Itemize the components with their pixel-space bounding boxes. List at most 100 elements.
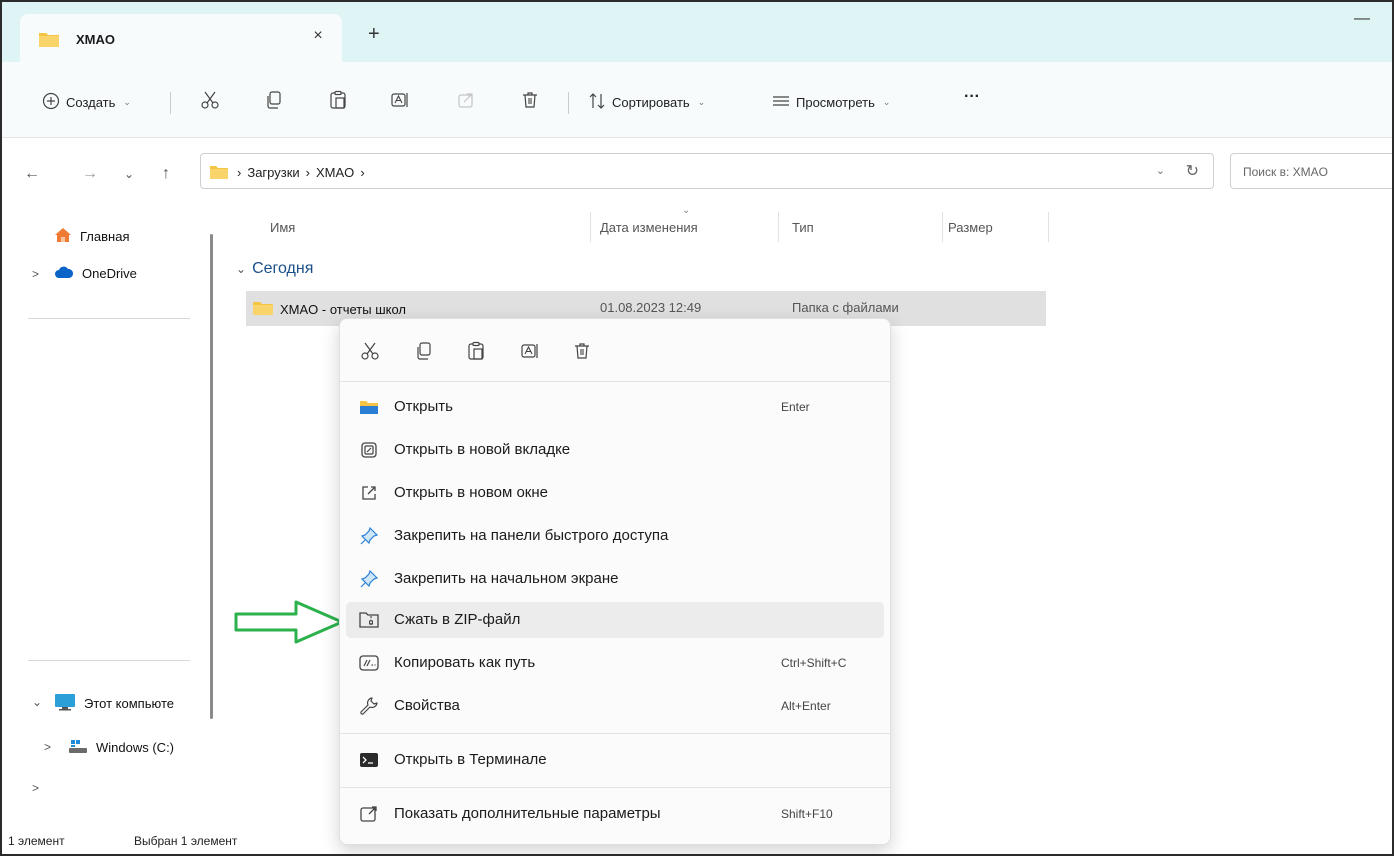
menu-item-show-more-options[interactable]: Показать дополнительные параметры Shift+… xyxy=(346,796,884,832)
annotation-arrow-icon xyxy=(234,600,344,644)
item-count: 1 элемент xyxy=(8,834,65,848)
folder-open-icon xyxy=(358,396,380,418)
chevron-down-icon[interactable]: ⌄ xyxy=(1156,164,1165,177)
menu-item-open-new-tab[interactable]: Открыть в новой вкладке xyxy=(346,432,884,468)
expand-icon[interactable]: > xyxy=(32,781,39,795)
sidebar-scrollbar[interactable] xyxy=(210,234,213,719)
sidebar-item-windows-c[interactable]: Windows (C:) xyxy=(68,738,174,757)
create-label: Создать xyxy=(66,95,116,110)
group-header-today[interactable]: ⌄ Сегодня xyxy=(236,260,313,278)
selection-count: Выбран 1 элемент xyxy=(134,834,238,848)
menu-item-open-new-window[interactable]: Открыть в новом окне xyxy=(346,475,884,511)
copy-icon[interactable] xyxy=(412,339,436,363)
new-window-icon xyxy=(358,482,380,504)
menu-item-label: Закрепить на начальном экране xyxy=(394,570,619,587)
column-header-size[interactable]: Размер xyxy=(948,220,993,235)
menu-item-shortcut: Alt+Enter xyxy=(781,699,831,713)
back-icon[interactable]: ← xyxy=(24,165,40,183)
expand-icon[interactable]: > xyxy=(44,740,51,754)
more-options-icon xyxy=(358,803,380,825)
copy-icon[interactable] xyxy=(262,88,286,112)
menu-item-shortcut: Ctrl+Shift+C xyxy=(781,656,847,670)
computer-icon xyxy=(54,693,76,714)
minimize-button[interactable]: — xyxy=(1354,10,1370,28)
sort-button[interactable]: Сортировать ⌄ xyxy=(588,92,705,113)
terminal-icon xyxy=(358,749,380,771)
menu-item-label: Копировать как путь xyxy=(394,654,536,671)
sidebar-item-onedrive[interactable]: OneDrive xyxy=(54,265,137,282)
breadcrumb-separator[interactable]: › xyxy=(360,165,364,180)
file-date: 01.08.2023 12:49 xyxy=(600,300,702,315)
zip-icon xyxy=(358,609,380,631)
more-options-button[interactable]: ··· xyxy=(964,88,980,106)
menu-item-compress-zip[interactable]: Сжать в ZIP-файл xyxy=(346,602,884,638)
menu-divider xyxy=(340,381,890,382)
paste-icon[interactable] xyxy=(326,88,350,112)
sort-icon xyxy=(588,92,606,113)
list-view-icon xyxy=(772,92,790,113)
collapse-icon[interactable]: ⌄ xyxy=(32,695,42,709)
expand-icon[interactable]: > xyxy=(32,267,39,281)
chevron-down-icon: ⌄ xyxy=(123,97,131,107)
navigation-pane: Главная > OneDrive ⌄ Этот компьюте > Win… xyxy=(2,203,207,829)
sidebar-item-this-pc[interactable]: Этот компьюте xyxy=(54,693,174,714)
menu-divider xyxy=(340,787,890,788)
menu-item-pin-quick-access[interactable]: Закрепить на панели быстрого доступа xyxy=(346,518,884,554)
tab-xmao[interactable]: XMAO × xyxy=(20,14,342,62)
sidebar-item-label: Главная xyxy=(80,229,130,244)
drive-icon xyxy=(68,738,88,757)
new-tab-button[interactable]: + xyxy=(368,24,380,44)
search-input[interactable]: Поиск в: XMAO xyxy=(1230,153,1392,189)
menu-item-open[interactable]: Открыть Enter xyxy=(346,389,884,425)
title-bar: XMAO × + — xyxy=(2,2,1392,62)
home-icon xyxy=(54,227,72,246)
menu-item-label: Открыть xyxy=(394,398,453,415)
breadcrumb-downloads[interactable]: Загрузки xyxy=(247,165,299,180)
folder-icon xyxy=(252,300,274,319)
copy-path-icon xyxy=(358,652,380,674)
menu-item-shortcut: Enter xyxy=(781,400,810,414)
address-bar[interactable]: › Загрузки › XMAO › ⌄ ↻ xyxy=(200,153,1214,189)
toolbar-divider xyxy=(568,92,569,114)
menu-item-label: Показать дополнительные параметры xyxy=(394,805,661,822)
column-header-name[interactable]: Имя xyxy=(270,220,295,235)
recent-locations-icon[interactable]: ⌄ xyxy=(124,167,134,181)
rename-icon[interactable] xyxy=(518,339,542,363)
up-icon[interactable]: ↑ xyxy=(162,165,170,183)
breadcrumb-separator[interactable]: › xyxy=(306,165,310,180)
cut-icon[interactable] xyxy=(198,88,222,112)
cut-icon[interactable] xyxy=(358,339,382,363)
menu-item-properties[interactable]: Свойства Alt+Enter xyxy=(346,688,884,724)
file-name: XMAO - отчеты школ xyxy=(280,302,407,317)
create-button[interactable]: Создать ⌄ xyxy=(42,92,131,113)
group-label: Сегодня xyxy=(252,260,314,277)
menu-item-pin-start[interactable]: Закрепить на начальном экране xyxy=(346,561,884,597)
breadcrumb: › Загрузки › XMAO › xyxy=(237,165,365,180)
refresh-icon[interactable]: ↻ xyxy=(1186,161,1199,181)
search-placeholder: Поиск в: XMAO xyxy=(1243,165,1328,179)
sidebar-item-home[interactable]: Главная xyxy=(54,227,129,246)
menu-item-label: Свойства xyxy=(394,697,460,714)
sort-label: Сортировать xyxy=(612,95,690,110)
breadcrumb-xmao[interactable]: XMAO xyxy=(316,165,354,180)
delete-icon[interactable] xyxy=(518,88,542,112)
column-header-type[interactable]: Тип xyxy=(792,220,814,235)
close-tab-icon[interactable]: × xyxy=(308,27,328,45)
rename-icon[interactable] xyxy=(388,88,412,112)
sort-indicator-icon: ⌄ xyxy=(682,205,691,216)
column-header-date[interactable]: Дата изменения xyxy=(600,220,698,235)
menu-item-copy-as-path[interactable]: Копировать как путь Ctrl+Shift+C xyxy=(346,645,884,681)
view-button[interactable]: Просмотреть ⌄ xyxy=(772,92,890,113)
column-divider xyxy=(1048,212,1049,242)
breadcrumb-separator: › xyxy=(237,165,242,180)
forward-icon[interactable]: → xyxy=(82,165,98,183)
menu-divider xyxy=(340,733,890,734)
paste-icon[interactable] xyxy=(464,339,488,363)
share-icon[interactable] xyxy=(454,88,478,112)
pin-icon xyxy=(358,525,380,547)
tab-title: XMAO xyxy=(76,32,115,47)
file-type: Папка с файлами xyxy=(792,300,899,315)
menu-item-open-terminal[interactable]: Открыть в Терминале xyxy=(346,742,884,778)
chevron-down-icon: ⌄ xyxy=(236,262,247,276)
delete-icon[interactable] xyxy=(570,339,594,363)
